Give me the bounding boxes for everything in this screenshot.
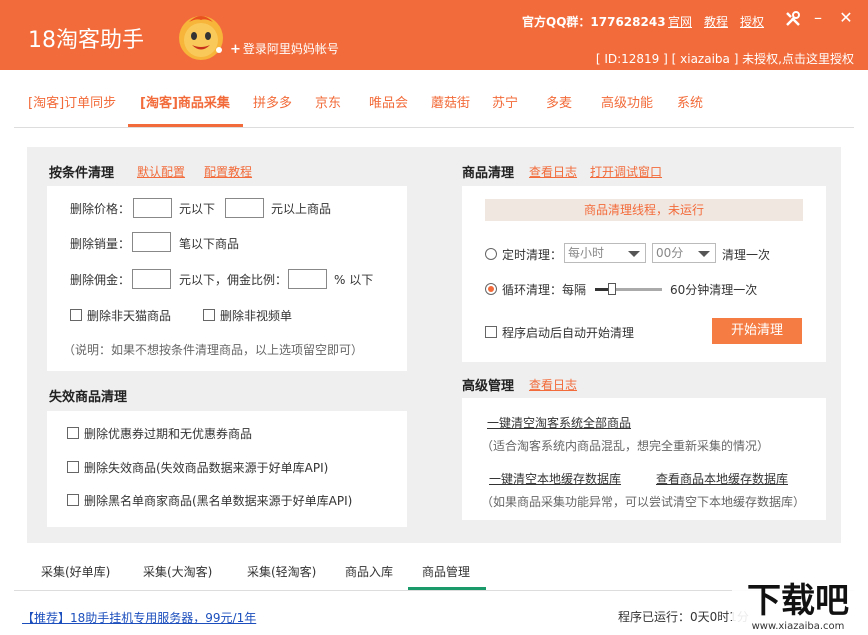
timed-clean-radio[interactable]	[485, 248, 497, 260]
chevron-down-icon	[628, 251, 640, 257]
auto-start-checkbox[interactable]	[485, 326, 497, 338]
default-config-link[interactable]: 默认配置	[137, 163, 185, 180]
view-log-link[interactable]: 查看日志	[529, 163, 577, 180]
watermark-text: 下载吧	[747, 581, 849, 621]
invalid-clean-title: 失效商品清理	[49, 390, 128, 405]
minimize-button[interactable]: –	[808, 8, 828, 28]
loop-clean-label: 循环清理：每隔	[502, 283, 587, 297]
tab-dataoke[interactable]: 采集(大淘客)	[143, 563, 212, 580]
advanced-title: 高级管理	[462, 379, 515, 394]
runtime-label: 程序已运行：0天0时1分	[618, 610, 749, 624]
app-title: 18淘客助手	[28, 28, 144, 53]
nav-pinduoduo[interactable]: 拼多多	[253, 92, 292, 111]
login-link-label: 登录阿里妈妈帐号	[242, 42, 339, 56]
minute-select[interactable]: 00分	[652, 243, 716, 263]
tab-qingtaoke[interactable]: 采集(轻淘客)	[247, 563, 316, 580]
non-video-checkbox[interactable]	[203, 309, 215, 321]
sales-below-label: 笔以下商品	[179, 237, 240, 251]
nav-mogujie[interactable]: 蘑菇街	[431, 92, 470, 111]
timed-clean-label: 定时清理：	[502, 248, 563, 262]
view-cache-link[interactable]: 查看商品本地缓存数据库	[656, 470, 788, 487]
mascot-icon	[179, 16, 223, 60]
coupon-expired-checkbox[interactable]	[67, 427, 79, 439]
loop-suffix-label: 60分钟清理一次	[670, 283, 758, 297]
watermark-url: www.xiazaiba.com	[752, 621, 845, 632]
xiazaiba-watermark: 下载吧 www.xiazaiba.com	[732, 576, 864, 632]
adv-view-log-link[interactable]: 查看日志	[529, 376, 577, 393]
price-label: 删除价格：	[70, 202, 131, 216]
config-tutorial-link[interactable]: 配置教程	[204, 163, 252, 180]
clear-all-note: （适合淘客系统内商品混乱，想完全重新采集的情况）	[481, 439, 770, 453]
title-bar: 18淘客助手 + 登录阿里妈妈帐号 官方QQ群：177628243 官网 教程 授…	[0, 0, 868, 70]
tab-haodanku[interactable]: 采集(好单库)	[41, 563, 110, 580]
blacklist-label: 删除黑名单商家商品(黑名单数据来源于好单库API)	[84, 494, 353, 508]
non-tmall-label: 删除非天猫商品	[87, 309, 172, 323]
blacklist-checkbox[interactable]	[67, 494, 79, 506]
qq-group-label: 官方QQ群：177628243	[522, 15, 666, 29]
hour-select-value: 每小时	[568, 246, 605, 260]
login-alimama-link[interactable]: + 登录阿里妈妈帐号	[230, 40, 339, 57]
main-nav: [淘客]订单同步 [淘客]商品采集 拼多多 京东 唯品会 蘑菇街 苏宁 多麦 高…	[14, 70, 854, 128]
invalid-goods-label: 删除失效商品(失效商品数据来源于好单库API)	[84, 461, 329, 475]
close-button[interactable]: ✕	[836, 8, 856, 28]
price-min-input[interactable]	[133, 198, 172, 218]
plus-icon: +	[230, 42, 241, 57]
price-below-label: 元以下	[179, 202, 216, 216]
non-tmall-checkbox[interactable]	[70, 309, 82, 321]
license-status[interactable]: [ ID:12819 ] [ xiazaiba ] 未授权,点击这里授权	[596, 50, 854, 67]
nav-order-sync[interactable]: [淘客]订单同步	[28, 92, 116, 111]
invalid-goods-checkbox[interactable]	[67, 461, 79, 473]
cache-note: （如果商品采集功能异常，可以尝试清空下本地缓存数据库）	[481, 495, 806, 509]
start-clean-button[interactable]: 开始清理	[712, 318, 802, 344]
clear-cache-link[interactable]: 一键清空本地缓存数据库	[489, 470, 621, 487]
nav-advanced[interactable]: 高级功能	[601, 92, 653, 111]
official-site-link[interactable]: 官网	[668, 13, 692, 30]
nav-goods-collect[interactable]: [淘客]商品采集	[140, 92, 230, 111]
commission-rate-input[interactable]	[288, 269, 327, 289]
nav-suning[interactable]: 苏宁	[492, 92, 518, 111]
thread-status-bar: 商品清理线程，未运行	[485, 199, 803, 221]
license-link[interactable]: 授权	[740, 13, 764, 30]
bottom-divider	[14, 590, 854, 591]
commission-input[interactable]	[132, 269, 171, 289]
nav-jd[interactable]: 京东	[315, 92, 341, 111]
tab-goods-import[interactable]: 商品入库	[345, 563, 393, 580]
hour-select[interactable]: 每小时	[564, 243, 646, 263]
loop-clean-radio[interactable]	[485, 283, 497, 295]
percent-below-label: % 以下	[334, 273, 374, 287]
cond-note: （说明：如果不想按条件清理商品，以上选项留空即可）	[63, 343, 364, 357]
nav-system[interactable]: 系统	[677, 92, 703, 111]
sales-label: 删除销量：	[70, 237, 131, 251]
tools-icon[interactable]	[784, 10, 802, 28]
sales-input[interactable]	[132, 232, 171, 252]
open-debug-link[interactable]: 打开调试窗口	[590, 163, 662, 180]
tutorial-link[interactable]: 教程	[704, 13, 728, 30]
auto-start-label: 程序启动后自动开始清理	[502, 326, 635, 340]
commission-label: 删除佣金：	[70, 273, 131, 287]
coupon-expired-label: 删除优惠券过期和无优惠券商品	[84, 427, 253, 441]
loop-slider-thumb[interactable]	[607, 283, 616, 295]
goods-clean-title: 商品清理	[462, 166, 515, 181]
nav-vip[interactable]: 唯品会	[369, 92, 408, 111]
tab-goods-manage[interactable]: 商品管理	[422, 563, 470, 580]
non-video-label: 删除非视频单	[220, 309, 293, 323]
commission-below-label: 元以下，佣金比例：	[179, 273, 288, 287]
recommend-server-link[interactable]: 【推荐】18助手挂机专用服务器，99元/1年	[22, 609, 256, 626]
nav-active-indicator	[128, 124, 243, 127]
chevron-down-icon	[698, 251, 710, 257]
clear-all-goods-link[interactable]: 一键清空淘客系统全部商品	[487, 414, 631, 431]
price-above-label: 元以上商品	[271, 202, 332, 216]
nav-duomai[interactable]: 多麦	[546, 92, 572, 111]
timed-suffix-label: 清理一次	[722, 248, 771, 262]
minute-select-value: 00分	[656, 246, 684, 260]
price-max-input[interactable]	[225, 198, 264, 218]
cond-clean-title: 按条件清理	[49, 166, 115, 181]
